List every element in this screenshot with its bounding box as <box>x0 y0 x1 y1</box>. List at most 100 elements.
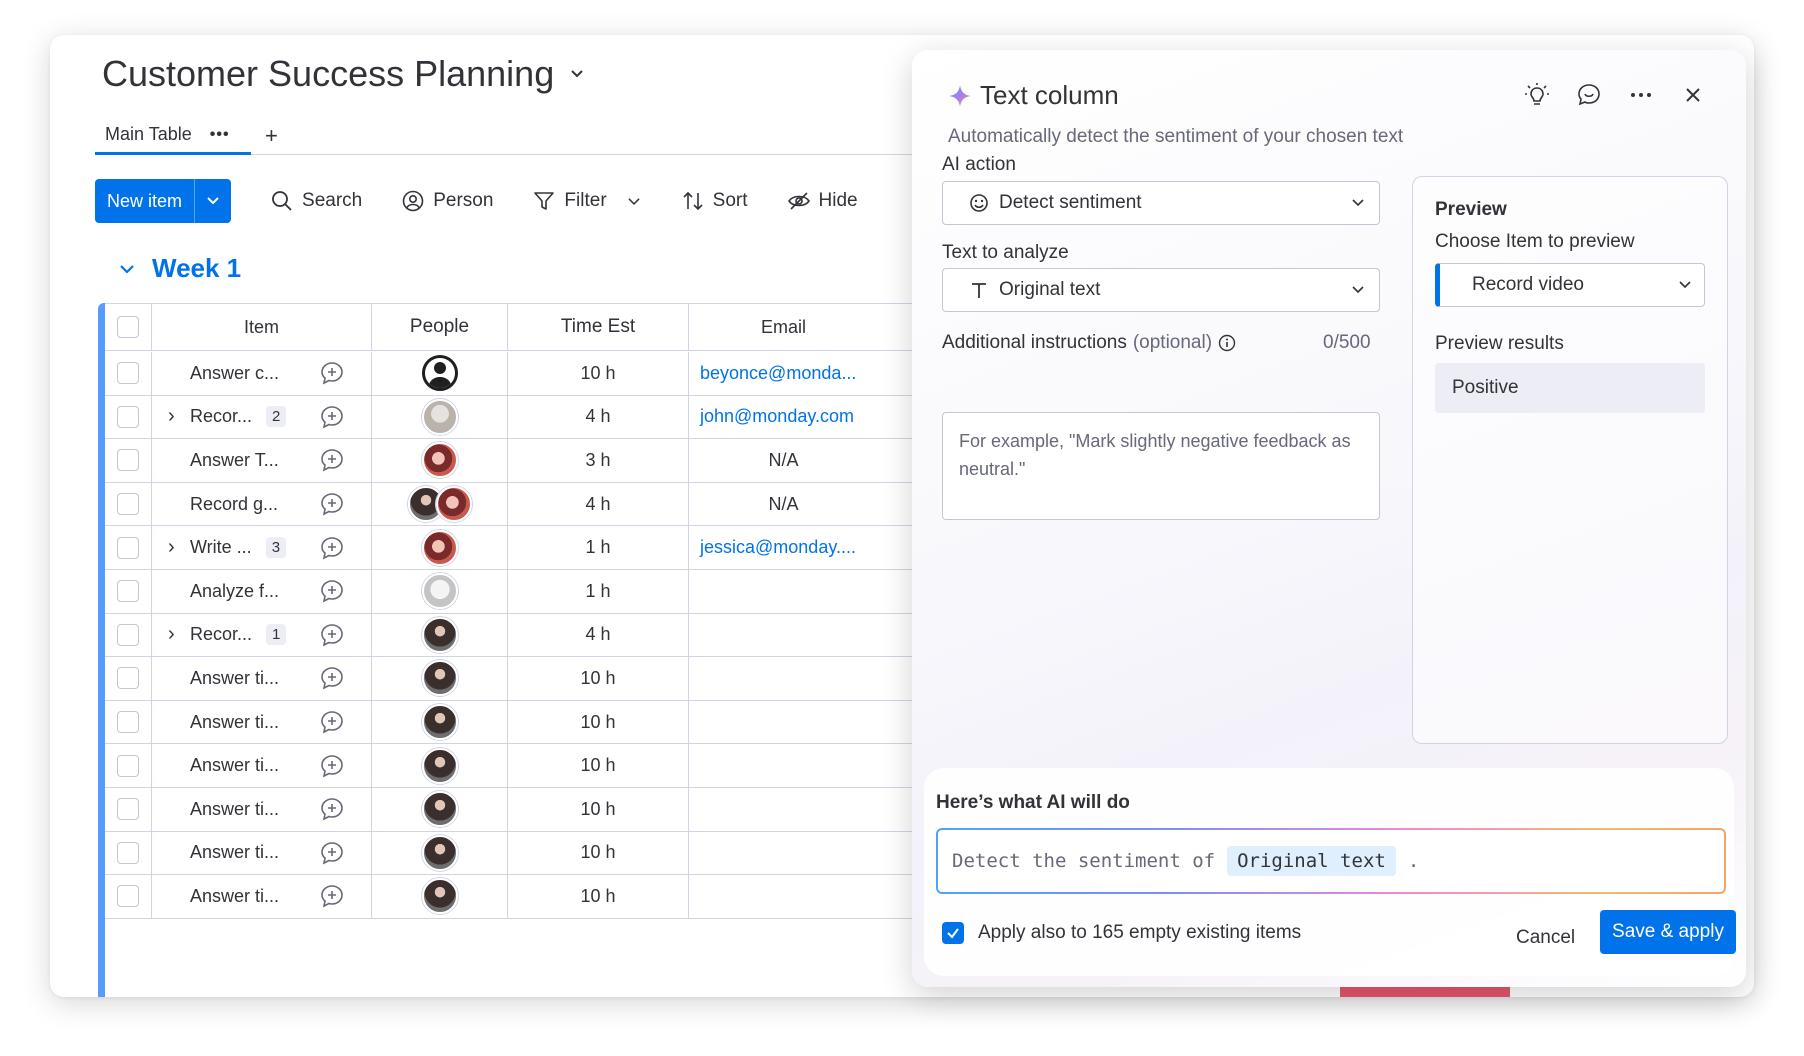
expand-subitems-icon[interactable]: › <box>168 405 175 428</box>
table-row[interactable]: Answer ti... 10 h <box>105 831 978 876</box>
people-cell[interactable] <box>372 657 508 700</box>
row-checkbox[interactable] <box>117 798 139 821</box>
subitem-count[interactable]: 3 <box>265 537 287 559</box>
item-name[interactable]: Write ... <box>190 537 252 558</box>
table-row[interactable]: Answer ti... 10 h <box>105 788 978 832</box>
table-row[interactable]: › Recor... 1 4 h <box>105 613 978 658</box>
item-cell[interactable]: Analyze f... <box>152 570 293 613</box>
time-est-cell[interactable]: 4 h <box>508 395 689 439</box>
subitem-count[interactable]: 2 <box>266 406 287 428</box>
add-update-icon[interactable] <box>293 875 372 918</box>
save-apply-button[interactable]: Save & apply <box>1600 910 1736 954</box>
add-update-icon[interactable] <box>293 482 372 526</box>
people-cell[interactable] <box>372 439 508 482</box>
item-cell[interactable]: Record g... <box>152 483 293 526</box>
row-checkbox[interactable] <box>117 754 139 777</box>
row-checkbox[interactable] <box>117 405 139 428</box>
ai-summary-token[interactable]: Original text <box>1227 846 1396 876</box>
board-title[interactable]: Customer Success Planning <box>102 53 584 95</box>
tab-more-icon[interactable]: ••• <box>210 126 230 144</box>
row-checkbox[interactable] <box>117 841 139 864</box>
hide-button[interactable]: Hide <box>787 190 858 212</box>
item-name[interactable]: Answer ti... <box>190 886 279 907</box>
avatar[interactable] <box>421 616 458 653</box>
add-update-icon[interactable] <box>293 526 372 569</box>
avatar[interactable] <box>435 486 472 523</box>
item-cell[interactable]: › Recor... 1 <box>152 614 293 657</box>
item-name[interactable]: Recor... <box>190 624 252 645</box>
item-name[interactable]: Record g... <box>190 494 278 515</box>
people-cell[interactable] <box>372 570 508 613</box>
text-to-analyze-select[interactable]: Original text <box>942 268 1380 312</box>
item-name[interactable]: Answer c... <box>190 363 279 384</box>
time-est-cell[interactable]: 4 h <box>508 482 689 526</box>
time-est-cell[interactable]: 10 h <box>508 352 689 395</box>
add-update-icon[interactable] <box>293 352 372 395</box>
subitem-count[interactable]: 1 <box>266 624 287 646</box>
add-update-icon[interactable] <box>293 439 372 482</box>
item-name[interactable]: Answer ti... <box>190 842 279 863</box>
time-est-cell[interactable]: 1 h <box>508 570 689 613</box>
time-est-cell[interactable]: 1 h <box>508 526 689 569</box>
new-item-label[interactable]: New item <box>95 179 196 223</box>
table-row[interactable]: Answer c... 10 h beyonce@monda... <box>105 352 978 396</box>
avatar[interactable] <box>421 398 458 435</box>
info-icon[interactable] <box>1218 334 1236 352</box>
row-checkbox[interactable] <box>117 885 139 908</box>
table-row[interactable]: Answer ti... 10 h <box>105 657 978 701</box>
avatar[interactable] <box>421 834 458 871</box>
row-checkbox[interactable] <box>117 623 139 646</box>
time-est-cell[interactable]: 4 h <box>508 613 689 657</box>
group-title[interactable]: Week 1 <box>152 253 241 284</box>
row-checkbox[interactable] <box>117 580 139 603</box>
expand-subitems-icon[interactable]: › <box>168 623 175 646</box>
new-item-button[interactable]: New item <box>95 179 232 223</box>
item-cell[interactable]: Answer ti... <box>152 788 293 831</box>
time-est-cell[interactable]: 10 h <box>508 657 689 700</box>
table-row[interactable]: Answer ti... 10 h <box>105 700 978 745</box>
tab-main-table[interactable]: Main Table ••• <box>95 117 251 155</box>
group-header-week1[interactable]: Week 1 <box>118 253 241 284</box>
avatar[interactable] <box>421 573 458 610</box>
preview-item-select[interactable]: Record video <box>1435 263 1705 307</box>
item-name[interactable]: Answer ti... <box>190 668 279 689</box>
feedback-chat-icon[interactable] <box>1576 82 1602 108</box>
item-name[interactable]: Answer ti... <box>190 799 279 820</box>
add-update-icon[interactable] <box>293 788 372 831</box>
filter-button[interactable]: Filter <box>533 190 641 212</box>
select-all-checkbox[interactable] <box>117 316 139 338</box>
item-cell[interactable]: Answer ti... <box>152 832 293 875</box>
avatar-group[interactable] <box>407 486 472 523</box>
item-cell[interactable]: › Recor... 2 <box>152 396 293 439</box>
lightbulb-icon[interactable] <box>1524 82 1550 108</box>
chevron-down-icon[interactable] <box>570 67 584 81</box>
item-cell[interactable]: Answer ti... <box>152 875 293 918</box>
add-update-icon[interactable] <box>293 395 372 439</box>
row-checkbox[interactable] <box>117 449 139 472</box>
people-cell[interactable] <box>372 482 508 526</box>
avatar[interactable] <box>421 529 458 566</box>
add-update-icon[interactable] <box>293 831 372 875</box>
row-checkbox[interactable] <box>117 711 139 734</box>
add-update-icon[interactable] <box>293 700 372 744</box>
avatar[interactable] <box>421 791 458 828</box>
people-cell[interactable] <box>372 613 508 657</box>
column-header-item[interactable]: Item <box>152 304 372 350</box>
person-filter-button[interactable]: Person <box>402 190 493 212</box>
people-cell[interactable] <box>372 395 508 439</box>
avatar[interactable] <box>421 704 458 741</box>
item-name[interactable]: Answer ti... <box>190 755 279 776</box>
time-est-cell[interactable]: 3 h <box>508 439 689 482</box>
item-cell[interactable]: Answer T... <box>152 439 293 482</box>
row-checkbox[interactable] <box>117 667 139 690</box>
ai-action-select[interactable]: Detect sentiment <box>942 181 1380 225</box>
apply-existing-option[interactable]: Apply also to 165 empty existing items <box>942 922 1301 944</box>
add-update-icon[interactable] <box>293 570 372 613</box>
item-cell[interactable]: Answer ti... <box>152 744 293 787</box>
search-button[interactable]: Search <box>271 190 362 212</box>
cancel-button[interactable]: Cancel <box>1516 918 1575 958</box>
add-update-icon[interactable] <box>293 657 372 700</box>
table-row[interactable]: Answer ti... 10 h <box>105 744 978 788</box>
item-cell[interactable]: Answer ti... <box>152 701 293 744</box>
row-checkbox[interactable] <box>117 493 139 516</box>
